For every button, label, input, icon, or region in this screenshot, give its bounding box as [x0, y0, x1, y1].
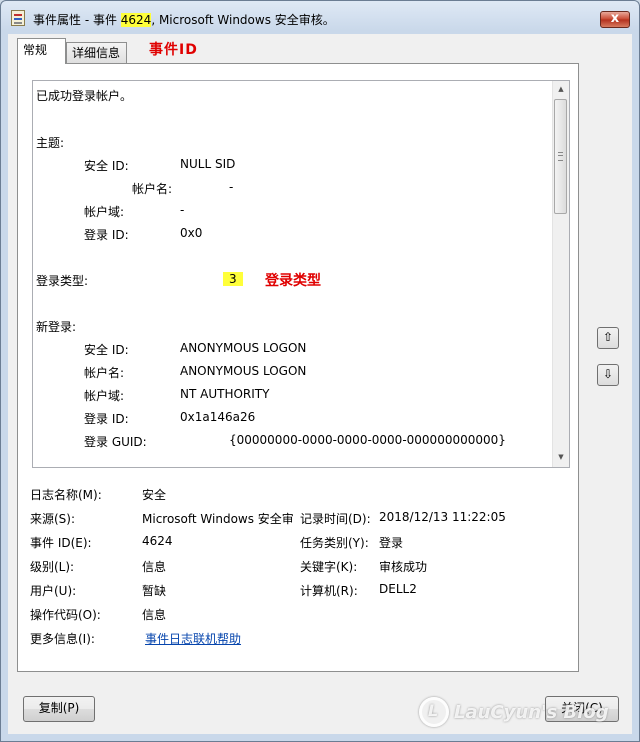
annotation-event-id: 事件ID: [149, 42, 198, 58]
new-logon-logon-id-label: 登录 ID:: [84, 412, 129, 426]
level-label: 级别(L):: [30, 560, 75, 574]
new-logon-account-name-label: 帐户名:: [84, 366, 125, 380]
watermark: LauCyun's Blog: [419, 697, 609, 733]
user-value[interactable]: 暂缺: [142, 582, 166, 599]
arrow-down-icon: ⇩: [602, 367, 614, 381]
online-help-link[interactable]: 事件日志联机帮助: [145, 630, 241, 647]
event-id-value[interactable]: 4624: [142, 534, 173, 548]
arrow-up-icon: ⇧: [602, 330, 614, 344]
scrollbar-grip-icon: [558, 152, 563, 161]
opcode-label: 操作代码(O):: [30, 608, 101, 622]
title-suffix: , Microsoft Windows 安全审核。: [151, 13, 335, 27]
subject-account-domain: -: [180, 203, 185, 217]
new-logon-header: 新登录:: [36, 320, 77, 334]
subject-account-name: -: [229, 180, 234, 194]
dialog-client-area: 常规 详细信息 事件ID 已成功登录帐户。 主题: 安全 ID: NULL SI…: [8, 34, 632, 734]
computer-label: 计算机(R):: [300, 584, 358, 598]
task-category-value[interactable]: 登录: [379, 534, 403, 551]
new-logon-account-name: ANONYMOUS LOGON: [180, 364, 307, 378]
title-event-id: 4624: [120, 13, 152, 27]
event-description-box[interactable]: 已成功登录帐户。 主题: 安全 ID: NULL SID 帐户名: - 帐户域:…: [32, 80, 570, 468]
new-logon-account-domain: NT AUTHORITY: [180, 387, 270, 401]
tab-details[interactable]: 详细信息: [66, 42, 127, 64]
source-value[interactable]: Microsoft Windows 安全审: [142, 510, 294, 527]
event-properties-window: 事件属性 - 事件 4624, Microsoft Windows 安全审核。 …: [0, 0, 640, 742]
subject-account-domain-label: 帐户域:: [84, 205, 125, 219]
source-label: 来源(S):: [30, 512, 76, 526]
logon-type-label: 登录类型:: [36, 274, 89, 288]
log-name-value[interactable]: 安全: [142, 486, 166, 503]
logon-type-value: 3: [223, 272, 243, 286]
subject-security-id-label: 安全 ID:: [84, 159, 129, 173]
keywords-value[interactable]: 审核成功: [379, 558, 427, 575]
log-name-label: 日志名称(M):: [30, 488, 102, 502]
window-close-button[interactable]: x: [600, 11, 630, 28]
event-id-label: 事件 ID(E):: [30, 536, 92, 550]
new-logon-security-id-label: 安全 ID:: [84, 343, 129, 357]
subject-security-id: NULL SID: [180, 157, 236, 171]
level-value[interactable]: 信息: [142, 558, 166, 575]
subject-account-name-label: 帐户名:: [132, 182, 173, 196]
copy-button[interactable]: 复制(P): [23, 696, 95, 722]
event-description: 已成功登录帐户。 主题: 安全 ID: NULL SID 帐户名: - 帐户域:…: [33, 81, 551, 467]
subject-logon-id: 0x0: [180, 226, 203, 240]
new-logon-logon-id: 0x1a146a26: [180, 410, 256, 424]
title-prefix: 事件属性 - 事件: [33, 13, 121, 27]
subject-header: 主题:: [36, 136, 65, 150]
previous-event-button[interactable]: ⇧: [597, 327, 619, 349]
next-event-button[interactable]: ⇩: [597, 364, 619, 386]
computer-value[interactable]: DELL2: [379, 582, 417, 596]
description-summary: 已成功登录帐户。: [36, 89, 133, 103]
task-category-label: 任务类别(Y):: [300, 536, 369, 550]
window-title: 事件属性 - 事件 4624, Microsoft Windows 安全审核。: [33, 11, 335, 28]
watermark-text: LauCyun's Blog: [454, 701, 609, 723]
new-logon-security-id: ANONYMOUS LOGON: [180, 341, 307, 355]
scroll-up-arrow-icon[interactable]: ▲: [553, 81, 569, 98]
new-logon-account-domain-label: 帐户域:: [84, 389, 125, 403]
new-logon-guid-label: 登录 GUID:: [84, 435, 147, 449]
user-label: 用户(U):: [30, 584, 77, 598]
tab-general[interactable]: 常规: [17, 38, 66, 64]
logged-label: 记录时间(D):: [300, 512, 371, 526]
logged-value[interactable]: 2018/12/13 11:22:05: [379, 510, 506, 524]
event-viewer-icon: [11, 10, 25, 26]
opcode-value[interactable]: 信息: [142, 606, 166, 623]
annotation-logon-type: 登录类型: [265, 273, 321, 289]
watermark-logo-icon: [419, 697, 449, 727]
more-info-label: 更多信息(I):: [30, 632, 95, 646]
keywords-label: 关键字(K):: [300, 560, 358, 574]
scrollbar-thumb[interactable]: [554, 99, 567, 214]
scroll-down-arrow-icon[interactable]: ▼: [553, 449, 569, 466]
subject-logon-id-label: 登录 ID:: [84, 228, 129, 242]
description-scrollbar[interactable]: ▲ ▼: [552, 81, 569, 467]
new-logon-guid: {00000000-0000-0000-0000-000000000000}: [229, 433, 506, 447]
title-bar[interactable]: 事件属性 - 事件 4624, Microsoft Windows 安全审核。 …: [1, 1, 639, 35]
